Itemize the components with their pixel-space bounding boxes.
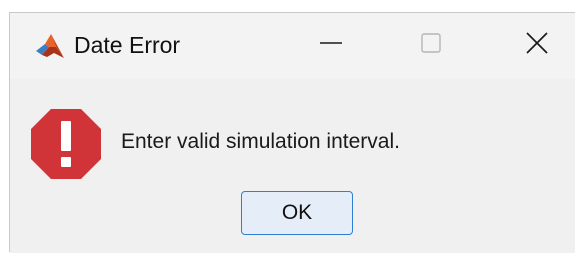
matlab-logo-icon — [34, 31, 66, 61]
close-icon — [525, 31, 549, 60]
minimize-icon — [319, 31, 343, 60]
maximize-icon — [419, 31, 443, 60]
minimize-button[interactable] — [308, 23, 354, 67]
close-button[interactable] — [514, 23, 560, 67]
window-title: Date Error — [74, 32, 181, 58]
ok-button[interactable]: OK — [241, 191, 353, 235]
error-message: Enter valid simulation interval. — [121, 130, 400, 153]
title-bar[interactable]: Date Error — [10, 13, 575, 79]
dialog-body: Enter valid simulation interval. OK — [10, 79, 575, 253]
maximize-button[interactable] — [408, 23, 454, 67]
dialog-window: Date Error Enter valid simulation interv… — [9, 12, 575, 253]
error-icon — [29, 107, 103, 181]
